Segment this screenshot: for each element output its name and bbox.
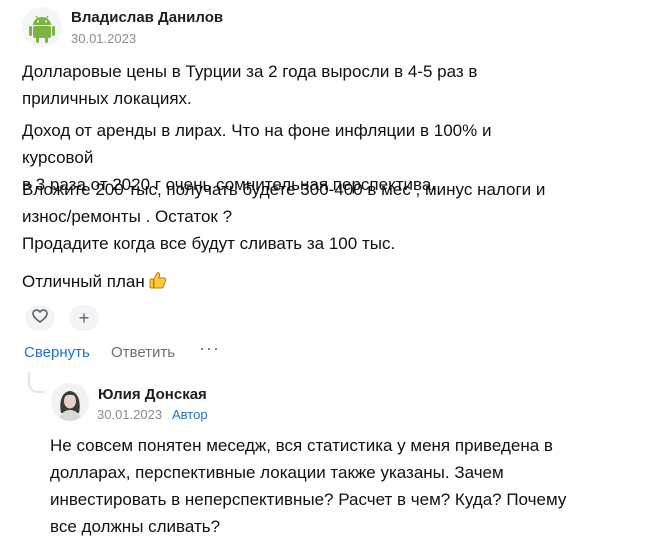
user-photo[interactable]	[51, 383, 89, 421]
comment-paragraph-3-cont: износ/ремонты . Остаток ?	[22, 207, 233, 226]
comment-paragraph-3: Вложите 200 тыс, получать будете 300-400…	[22, 180, 546, 199]
reply-line: инвестировать в неперспективные? Расчет …	[50, 490, 567, 509]
reply-link[interactable]: Ответить	[111, 344, 175, 361]
comment-paragraph-1: Долларовые цены в Турции за 2 года вырос…	[22, 58, 542, 112]
more-options-button[interactable]: ···	[199, 338, 220, 359]
comment-line: Доход от аренды в лирах. Что на фоне инф…	[22, 121, 492, 167]
collapse-link[interactable]: Свернуть	[24, 344, 90, 361]
thumbs-up-icon	[148, 270, 168, 298]
comment-line: приличных локациях.	[22, 89, 192, 108]
reply-author[interactable]: Юлия Донская	[98, 386, 207, 403]
like-button[interactable]	[25, 305, 55, 331]
author-badge: Автор	[172, 407, 208, 422]
comment-paragraph-5: Отличный план	[22, 268, 542, 298]
heart-icon	[32, 308, 48, 328]
reply-line: Не совсем понятен меседж, вся статистика…	[50, 436, 553, 455]
comment-line: Долларовые цены в Турции за 2 года вырос…	[22, 62, 478, 81]
reply-date: 30.01.2023	[97, 407, 163, 422]
comment-text: Отличный план	[22, 272, 145, 291]
reply-line: долларах, перспективные локации также ук…	[50, 463, 504, 482]
reply-body: Не совсем понятен меседж, вся статистика…	[50, 432, 610, 540]
comment-paragraph-4: Продадите когда все будут сливать за 100…	[22, 234, 396, 253]
reply-line: все должны сливать?	[50, 517, 221, 536]
add-reaction-button[interactable]: +	[69, 305, 99, 331]
thread-connector	[28, 372, 44, 393]
comment-author[interactable]: Владислав Данилов	[71, 9, 223, 26]
comment-date: 30.01.2023	[71, 31, 137, 46]
android-icon[interactable]	[22, 7, 62, 47]
